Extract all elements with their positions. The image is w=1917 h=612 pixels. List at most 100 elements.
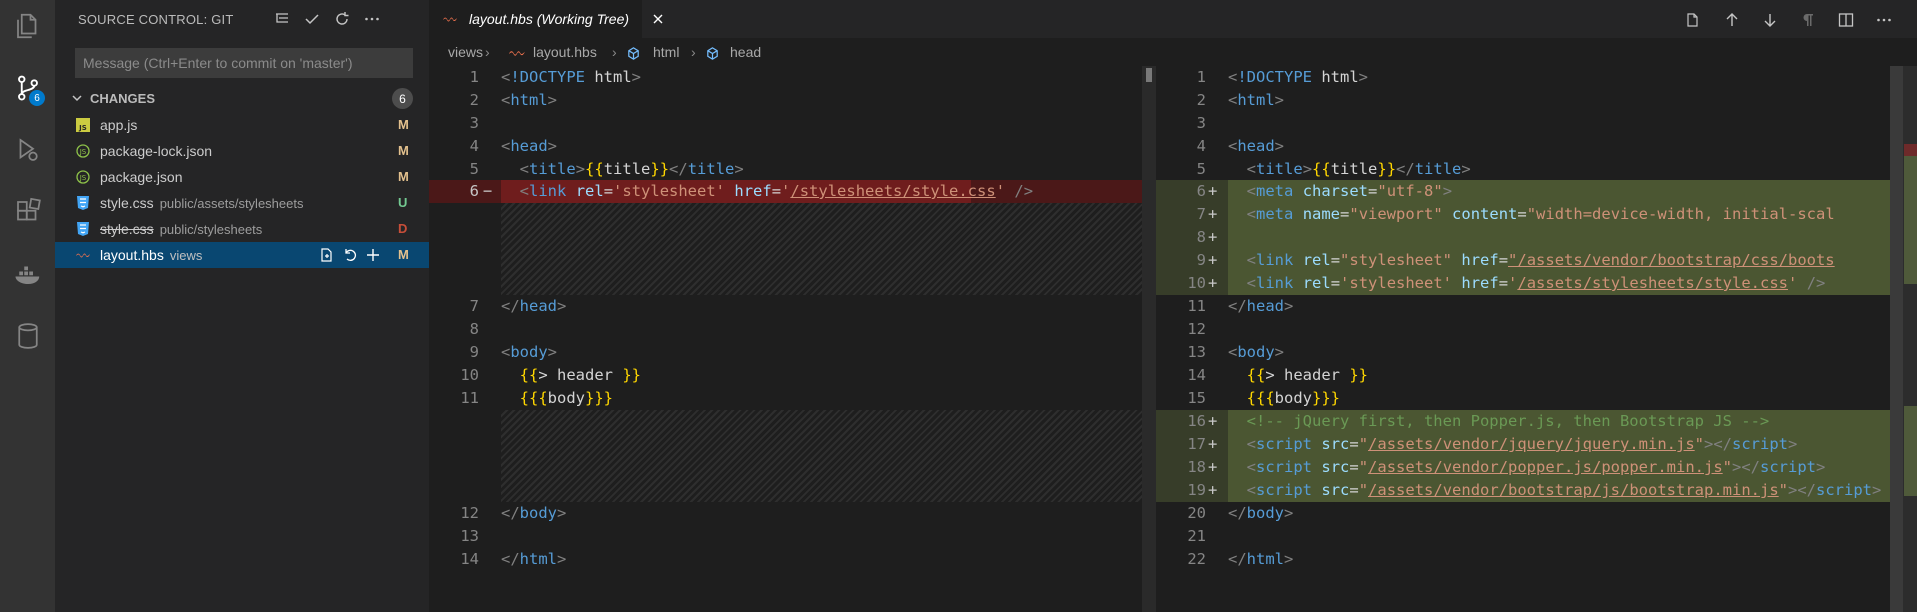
changed-file-row[interactable]: JS package.json M xyxy=(55,164,429,190)
changed-file-row[interactable]: style.css public/stylesheets D xyxy=(55,216,429,242)
diff-editor: layout.hbs (Working Tree) views › layout… xyxy=(429,0,1917,612)
file-name: package-lock.json xyxy=(100,143,213,159)
discard-changes-icon[interactable] xyxy=(341,246,359,264)
file-dir: public/assets/stylesheets xyxy=(159,196,304,211)
more-actions-icon[interactable] xyxy=(1873,9,1895,31)
line-number: 4 xyxy=(469,137,479,155)
file-name: layout.hbs views xyxy=(100,247,203,263)
chevron-right-icon: › xyxy=(691,44,696,60)
pane-divider[interactable] xyxy=(1142,66,1156,612)
status-badge: M xyxy=(398,169,409,184)
breadcrumb-item[interactable]: views xyxy=(448,44,483,60)
tab-layout-hbs[interactable]: layout.hbs (Working Tree) xyxy=(429,0,642,38)
status-badge: D xyxy=(398,221,408,236)
overview-ruler[interactable] xyxy=(1890,66,1917,612)
extensions-icon[interactable] xyxy=(0,186,55,238)
scm-badge: 6 xyxy=(29,90,45,106)
source-control-icon[interactable]: 6 xyxy=(0,62,55,114)
scrollbar-thumb[interactable] xyxy=(1890,66,1903,612)
explorer-icon[interactable] xyxy=(0,0,55,52)
code-line: <body> xyxy=(1228,343,1285,361)
line-number: 22 xyxy=(1187,550,1206,568)
source-control-sidebar: SOURCE CONTROL: GIT Message (Ctrl+Enter … xyxy=(55,0,429,612)
css-file-icon xyxy=(77,222,89,236)
show-whitespace-icon[interactable] xyxy=(1797,9,1819,31)
added-line-sign: + xyxy=(1208,274,1218,292)
docker-icon[interactable] xyxy=(0,248,55,300)
changed-file-row[interactable]: JS package-lock.json M xyxy=(55,138,429,164)
open-file-icon[interactable] xyxy=(318,246,336,264)
line-number: 5 xyxy=(469,160,479,178)
more-actions-icon[interactable] xyxy=(360,7,384,31)
status-badge: M xyxy=(398,117,409,132)
code-line: </body> xyxy=(1228,504,1294,522)
chevron-right-icon: › xyxy=(612,44,617,60)
line-number: 8 xyxy=(1196,228,1206,246)
line-number: 12 xyxy=(1187,320,1206,338)
code-line: </head> xyxy=(1228,297,1294,315)
breadcrumb-item[interactable]: html xyxy=(653,44,679,60)
scrollbar-thumb[interactable] xyxy=(1146,68,1152,82)
code-line: <head> xyxy=(501,137,558,155)
stage-changes-icon[interactable] xyxy=(364,246,382,264)
next-change-icon[interactable] xyxy=(1759,9,1781,31)
line-number: 12 xyxy=(460,504,479,522)
code-line: <link rel='stylesheet' href='/assets/sty… xyxy=(1246,274,1826,292)
chevron-right-icon: › xyxy=(485,44,490,60)
run-debug-icon[interactable] xyxy=(0,124,55,176)
original-pane[interactable]: 1 2 3 4 5 6 − 7 8 9 10 11 12 13 14 <!DOC… xyxy=(429,66,1148,612)
line-number: 11 xyxy=(460,389,479,407)
file-dir: public/stylesheets xyxy=(159,222,263,237)
code-line: <title>{{title}}</title> xyxy=(1246,160,1471,178)
code-line: <meta name="viewport" content="width=dev… xyxy=(1246,205,1835,223)
changed-file-row[interactable]: JS app.js M xyxy=(55,112,429,138)
view-as-tree-icon[interactable] xyxy=(270,7,294,31)
change-marker xyxy=(1904,144,1917,156)
close-icon[interactable] xyxy=(650,11,666,27)
file-name: style.css public/stylesheets xyxy=(100,221,263,237)
line-number: 6 xyxy=(469,182,479,200)
tab-label: layout.hbs (Working Tree) xyxy=(469,11,630,27)
removed-line-sign: − xyxy=(483,182,493,200)
line-number: 10 xyxy=(460,366,479,384)
breadcrumb-item[interactable]: head xyxy=(730,44,761,60)
line-number: 9 xyxy=(469,343,479,361)
code-line: <!DOCTYPE html> xyxy=(501,68,642,86)
open-file-icon[interactable] xyxy=(1682,9,1704,31)
css-file-icon xyxy=(77,196,89,210)
commit-message-input[interactable]: Message (Ctrl+Enter to commit on 'master… xyxy=(75,48,413,78)
status-badge: M xyxy=(398,247,409,262)
code-line: <link rel='stylesheet' href='/stylesheet… xyxy=(519,182,1034,200)
chevron-down-icon xyxy=(72,95,82,102)
code-line: </head> xyxy=(501,297,567,315)
svg-text:JS: JS xyxy=(79,174,87,182)
line-number: 4 xyxy=(1196,137,1206,155)
previous-change-icon[interactable] xyxy=(1721,9,1743,31)
line-number: 17 xyxy=(1187,435,1206,453)
added-line-sign: + xyxy=(1208,458,1218,476)
handlebars-file-icon xyxy=(443,17,457,22)
code-line: <script src="/assets/vendor/bootstrap/js… xyxy=(1246,481,1882,499)
line-number: 18 xyxy=(1187,458,1206,476)
line-number: 8 xyxy=(469,320,479,338)
change-marker xyxy=(1904,406,1917,496)
refresh-icon[interactable] xyxy=(330,7,354,31)
line-number: 3 xyxy=(469,114,479,132)
code-line: <script src="/assets/vendor/jquery/jquer… xyxy=(1246,435,1798,453)
database-icon[interactable] xyxy=(0,310,55,362)
code-line: </html> xyxy=(1228,550,1294,568)
line-number: 5 xyxy=(1196,160,1206,178)
modified-pane[interactable]: 1 2 3 4 5 6 7 8 9 10 + + + + + 11 12 13 … xyxy=(1156,66,1890,612)
added-line-sign: + xyxy=(1208,412,1218,430)
split-editor-icon[interactable] xyxy=(1835,9,1857,31)
diff-filler xyxy=(501,410,1142,502)
commit-check-icon[interactable] xyxy=(300,7,324,31)
changes-section-header[interactable]: CHANGES 6 xyxy=(55,88,429,110)
changed-file-row[interactable]: layout.hbs views M xyxy=(55,242,429,268)
added-line-sign: + xyxy=(1208,182,1218,200)
sidebar-title: SOURCE CONTROL: GIT xyxy=(78,12,234,27)
line-number: 10 xyxy=(1187,274,1206,292)
changed-file-row[interactable]: style.css public/assets/stylesheets U xyxy=(55,190,429,216)
status-badge: U xyxy=(398,195,408,210)
breadcrumb-item[interactable]: layout.hbs xyxy=(533,44,597,60)
